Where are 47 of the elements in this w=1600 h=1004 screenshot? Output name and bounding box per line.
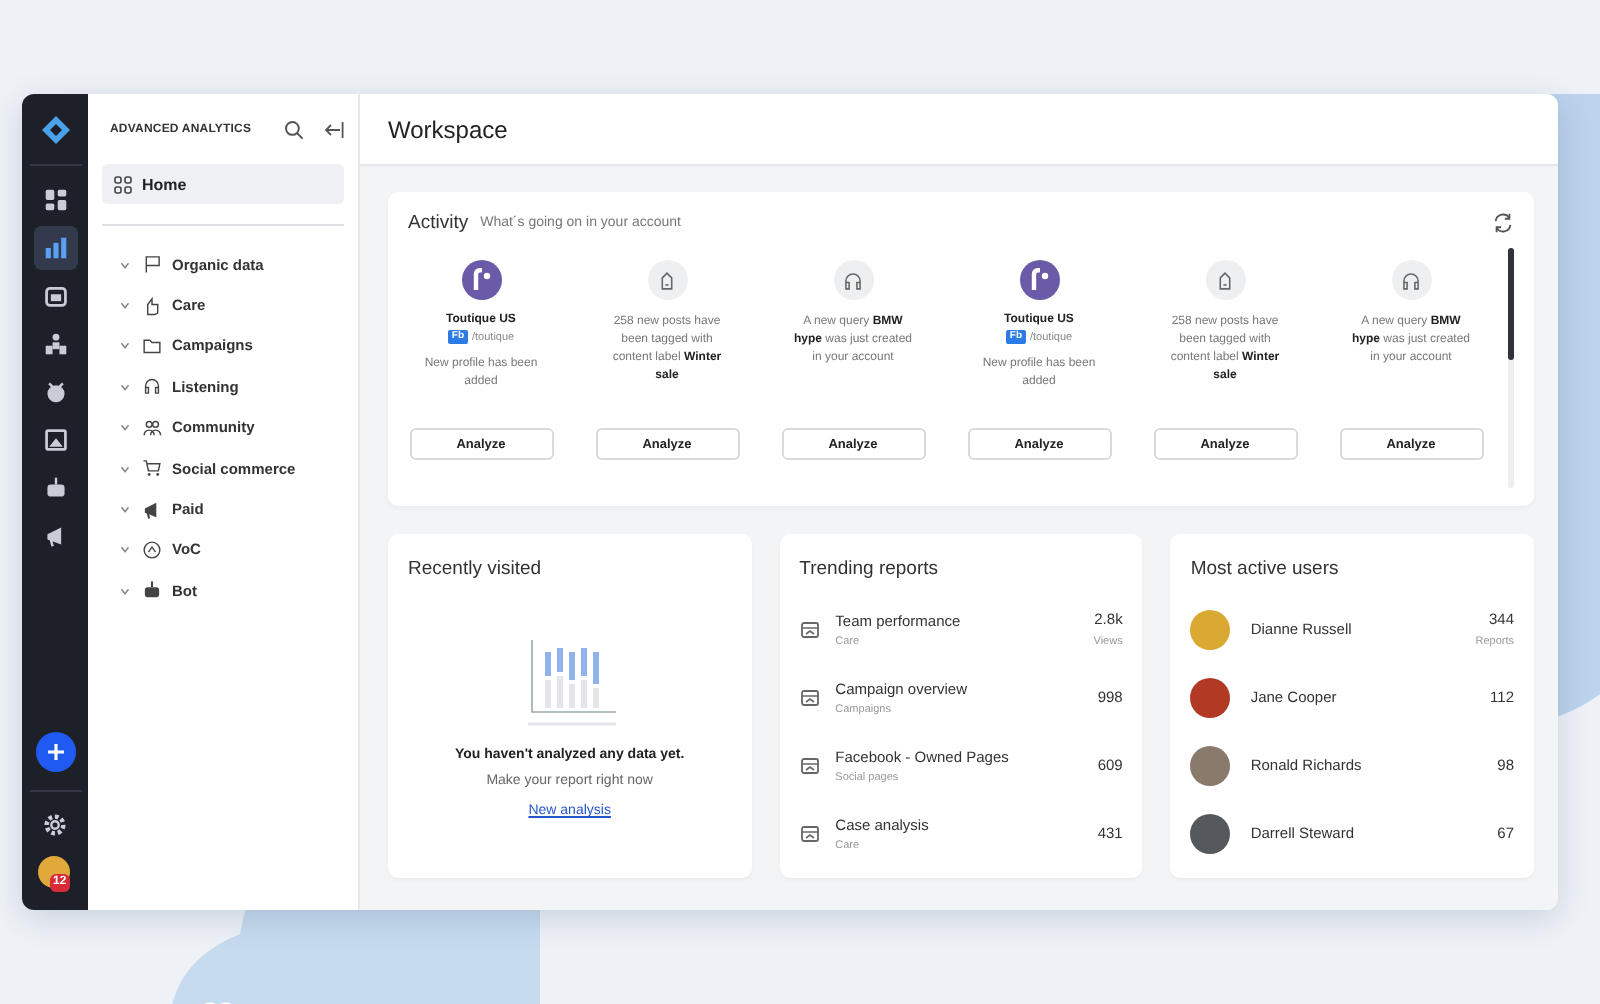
tag-icon bbox=[656, 269, 678, 291]
page-title: Workspace bbox=[388, 115, 508, 143]
hierarchy-icon bbox=[43, 332, 67, 356]
dashboard-icon bbox=[43, 188, 67, 212]
headphones-icon bbox=[1400, 269, 1422, 291]
user-avatar bbox=[1190, 609, 1231, 649]
report-icon bbox=[799, 687, 820, 707]
grid-icon bbox=[114, 175, 132, 193]
hand-icon bbox=[142, 295, 162, 316]
logo-icon bbox=[39, 114, 71, 146]
folder-icon bbox=[142, 335, 162, 356]
collapse-icon[interactable] bbox=[324, 119, 344, 139]
megaphone-icon bbox=[142, 499, 162, 520]
search-icon[interactable] bbox=[284, 119, 304, 139]
robot-icon bbox=[43, 476, 67, 500]
report-icon bbox=[799, 619, 820, 639]
bar-chart-icon bbox=[43, 236, 67, 260]
people-icon bbox=[142, 417, 162, 438]
profile-avatar bbox=[1019, 260, 1059, 300]
megaphone-icon bbox=[43, 524, 67, 548]
robot-icon bbox=[142, 580, 162, 601]
card-title: Trending reports bbox=[799, 558, 941, 580]
scrollbar[interactable] bbox=[1508, 248, 1514, 488]
calendar-icon bbox=[43, 284, 67, 308]
rail-nav-item[interactable] bbox=[33, 226, 77, 270]
card-title: Most active users bbox=[1190, 558, 1341, 580]
profile-avatar bbox=[461, 260, 501, 300]
settings-icon[interactable] bbox=[42, 812, 68, 838]
flag-icon bbox=[142, 254, 162, 275]
user-avatar bbox=[1190, 813, 1231, 853]
user-avatar bbox=[1190, 677, 1231, 717]
badge-icon bbox=[43, 380, 67, 404]
report-icon bbox=[799, 823, 820, 843]
card-title: Activity bbox=[408, 212, 469, 234]
add-button[interactable] bbox=[35, 732, 75, 772]
report-icon bbox=[799, 755, 820, 775]
image-icon bbox=[43, 428, 67, 452]
home-nav-item[interactable]: Home bbox=[102, 164, 344, 204]
refresh-icon[interactable] bbox=[1492, 212, 1514, 234]
headphones-icon bbox=[842, 269, 864, 291]
tag-icon bbox=[1214, 269, 1236, 291]
plus-icon bbox=[45, 742, 65, 762]
card-title: Recently visited bbox=[408, 558, 544, 580]
headphones-icon bbox=[142, 376, 162, 397]
user-avatar bbox=[1190, 745, 1231, 785]
cart-icon bbox=[142, 458, 162, 479]
speech-icon bbox=[142, 539, 162, 560]
